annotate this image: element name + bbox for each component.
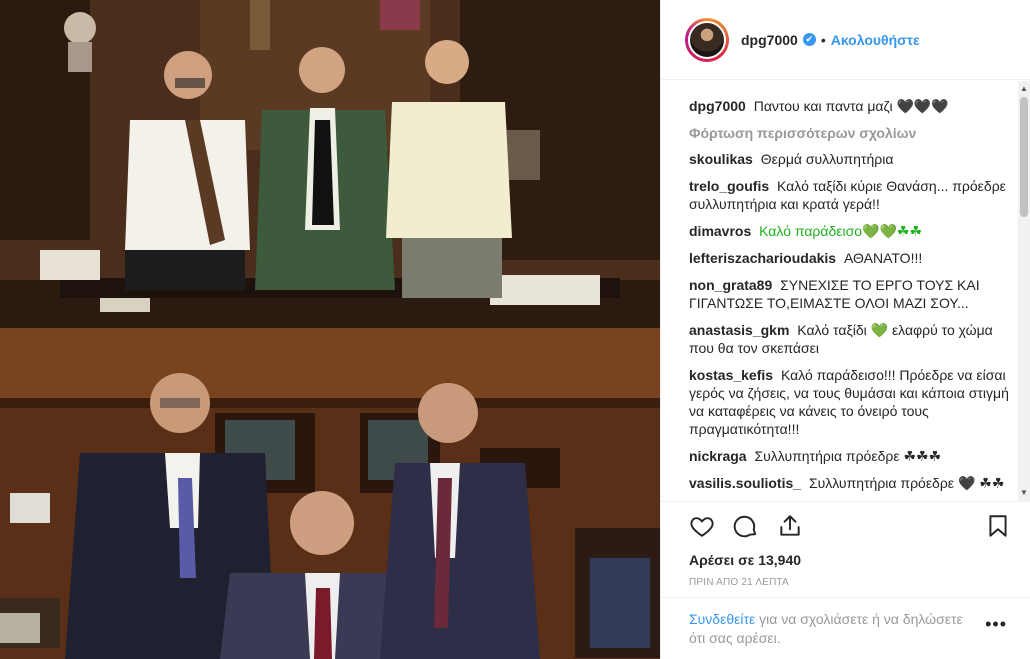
post-actions-section: Αρέσει σε 13,940 ΠΡΙΝ ΑΠΟ 21 ΛΕΠΤΑ (661, 501, 1030, 588)
comment-item: dimavros Καλό παράδεισο💚💚☘☘ (689, 222, 1009, 240)
comment-item: kostas_kefis Καλό παράδεισο!!! Πρόεδρε ν… (689, 366, 1009, 438)
comment-item: vasilis.souliotis_ Συλλυπητήρια πρόεδρε … (689, 474, 1009, 492)
more-options-icon[interactable]: ••• (985, 614, 1007, 659)
comment-text: ΑΘΑΝΑΤΟ!!! (843, 250, 923, 266)
comment-text: Συλλυπητήρια πρόεδρε ☘☘☘ (754, 448, 942, 464)
caption-text: Παντου και παντα μαζι 🖤🖤🖤 (753, 98, 949, 114)
photo-bottom-illustration (0, 328, 660, 659)
post-sidebar: dpg7000 ✔ • Ακολουθήστε dpg7000 Παντου κ… (660, 0, 1030, 659)
photo-bottom-three-men-office (0, 328, 660, 659)
photo-top-illustration (0, 0, 660, 328)
comment-username[interactable]: dimavros (689, 223, 751, 239)
login-link[interactable]: Συνδεθείτε (689, 611, 755, 627)
comment-username[interactable]: anastasis_gkm (689, 322, 789, 338)
post-header: dpg7000 ✔ • Ακολουθήστε (661, 0, 1030, 80)
comments-list[interactable]: dpg7000 Παντου και παντα μαζι 🖤🖤🖤 Φόρτωσ… (661, 81, 1030, 501)
comment-username[interactable]: skoulikas (689, 151, 753, 167)
separator-dot: • (820, 31, 826, 48)
post-media[interactable] (0, 0, 660, 659)
bookmark-icon[interactable] (985, 513, 1011, 539)
post-caption: dpg7000 Παντου και παντα μαζι 🖤🖤🖤 (689, 97, 1009, 115)
follow-button[interactable]: Ακολουθήστε (831, 32, 920, 48)
comment-item: non_grata89 ΣΥΝΕΧΙΣΕ ΤΟ ΕΡΓΟ ΤΟΥΣ ΚΑΙ ΓΙ… (689, 276, 1009, 312)
comments-scrollbar[interactable]: ▲ ▼ (1018, 81, 1030, 501)
likes-count[interactable]: Αρέσει σε 13,940 (689, 552, 1007, 568)
comment-text: Θερμά συλλυπητήρια (760, 151, 894, 167)
comment-text: Καλό παράδεισο💚💚☘☘ (759, 223, 923, 239)
comment-item: anastasis_gkm Καλό ταξίδι 💚 ελαφρύ το χώ… (689, 321, 1009, 357)
share-icon[interactable] (777, 513, 803, 539)
comment-username[interactable]: lefteriszacharioudakis (689, 250, 836, 266)
comment-item: lefteriszacharioudakis ΑΘΑΝΑΤΟ!!! (689, 249, 1009, 267)
comment-username[interactable]: trelo_goufis (689, 178, 769, 194)
caption-username[interactable]: dpg7000 (689, 98, 746, 114)
login-prompt: Συνδεθείτε για να σχολιάσετε ή να δηλώσε… (689, 610, 969, 659)
avatar[interactable] (685, 17, 729, 62)
scroll-down-arrow-icon[interactable]: ▼ (1020, 489, 1028, 497)
verified-badge-icon: ✔ (802, 33, 816, 46)
scroll-up-arrow-icon[interactable]: ▲ (1020, 85, 1028, 93)
comment-item: nickraga Συλλυπητήρια πρόεδρε ☘☘☘ (689, 447, 1009, 465)
comment-username[interactable]: vasilis.souliotis_ (689, 475, 801, 491)
comment-username[interactable]: non_grata89 (689, 277, 772, 293)
photo-top-three-men-office (0, 0, 660, 328)
heart-icon[interactable] (689, 513, 715, 539)
comment-text: Συλλυπητήρια πρόεδρε 🖤 ☘☘ (808, 475, 1005, 491)
action-bar (689, 510, 1007, 542)
post-timestamp[interactable]: ΠΡΙΝ ΑΠΟ 21 ΛΕΠΤΑ (689, 577, 1007, 588)
comment-item: skoulikas Θερμά συλλυπητήρια (689, 150, 1009, 168)
login-prompt-bar: Συνδεθείτε για να σχολιάσετε ή να δηλώσε… (661, 597, 1030, 659)
comment-username[interactable]: kostas_kefis (689, 367, 773, 383)
avatar-image (688, 20, 726, 59)
scrollbar-thumb[interactable] (1020, 97, 1028, 217)
comment-bubble-icon[interactable] (733, 513, 759, 539)
comment-username[interactable]: nickraga (689, 448, 747, 464)
username[interactable]: dpg7000 (741, 32, 798, 48)
load-more-comments-button[interactable]: Φόρτωση περισσότερων σχολίων (689, 125, 1009, 141)
comment-item: trelo_goufis Καλό ταξίδι κύριε Θανάση...… (689, 177, 1009, 213)
